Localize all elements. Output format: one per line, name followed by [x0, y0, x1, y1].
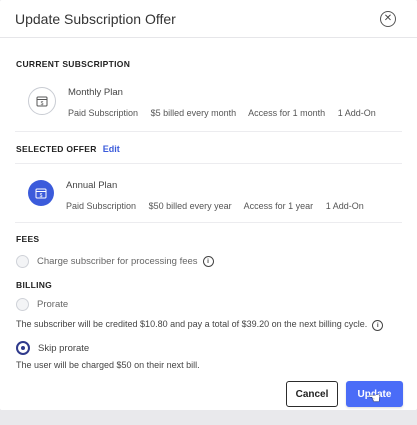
- modal-title: Update Subscription Offer: [15, 10, 176, 27]
- divider: [15, 131, 402, 132]
- cancel-button[interactable]: Cancel: [286, 381, 338, 407]
- calendar-icon: $: [28, 87, 56, 115]
- skip-prorate-radio[interactable]: [16, 341, 30, 355]
- selected-plan-price: $50 billed every year: [148, 201, 232, 211]
- svg-text:$: $: [40, 193, 43, 199]
- selected-plan-name: Annual Plan: [66, 180, 118, 191]
- edit-offer-link[interactable]: Edit: [103, 144, 120, 154]
- selected-offer-label-text: SELECTED OFFER: [16, 144, 97, 154]
- current-plan-addons: 1 Add-On: [337, 108, 376, 118]
- current-plan-row: $ Monthly Plan Paid Subscription $5 bill…: [28, 87, 386, 118]
- current-subscription-label: CURRENT SUBSCRIPTION: [16, 59, 131, 69]
- skip-prorate-helper: The user will be charged $50 on their ne…: [16, 360, 200, 370]
- prorate-helper-text: The subscriber will be credited $10.80 a…: [16, 319, 368, 329]
- prorate-helper: The subscriber will be credited $10.80 a…: [16, 319, 384, 331]
- svg-text:$: $: [41, 101, 44, 107]
- close-icon[interactable]: ✕: [380, 10, 396, 27]
- info-icon[interactable]: i: [372, 320, 384, 331]
- prorate-radio[interactable]: [16, 298, 29, 311]
- prorate-option[interactable]: Prorate: [16, 298, 68, 311]
- current-plan-price: $5 billed every month: [150, 108, 237, 118]
- billing-label: BILLING: [16, 280, 53, 290]
- current-plan-name: Monthly Plan: [68, 87, 123, 98]
- divider: [15, 163, 402, 164]
- current-plan-access: Access for 1 month: [248, 108, 326, 118]
- processing-fees-checkbox[interactable]: [16, 255, 29, 268]
- selected-offer-label: SELECTED OFFER Edit: [16, 144, 120, 154]
- selected-plan-access: Access for 1 year: [243, 201, 314, 211]
- modal-footer: Cancel Update: [286, 381, 403, 407]
- skip-prorate-option[interactable]: Skip prorate: [16, 341, 89, 355]
- selected-plan-details: Paid Subscription $50 billed every year …: [66, 201, 374, 211]
- processing-fees-label: Charge subscriber for processing fees: [37, 256, 198, 267]
- calendar-icon: $: [28, 180, 54, 206]
- prorate-label: Prorate: [37, 299, 69, 310]
- info-icon[interactable]: i: [202, 256, 214, 267]
- processing-fees-option[interactable]: Charge subscriber for processing fees i: [16, 255, 214, 268]
- current-plan-type: Paid Subscription: [68, 108, 139, 118]
- selected-plan-addons: 1 Add-On: [325, 201, 364, 211]
- modal-header: Update Subscription Offer ✕: [0, 0, 417, 38]
- selected-plan-type: Paid Subscription: [66, 201, 137, 211]
- skip-prorate-label: Skip prorate: [38, 342, 90, 354]
- divider: [15, 222, 402, 223]
- update-subscription-modal: Update Subscription Offer ✕ CURRENT SUBS…: [0, 0, 417, 410]
- fees-label: FEES: [16, 234, 40, 244]
- selected-plan-row: $ Annual Plan Paid Subscription $50 bill…: [28, 180, 374, 211]
- pointer-cursor-icon: ☚: [368, 390, 381, 406]
- current-plan-details: Paid Subscription $5 billed every month …: [68, 108, 386, 118]
